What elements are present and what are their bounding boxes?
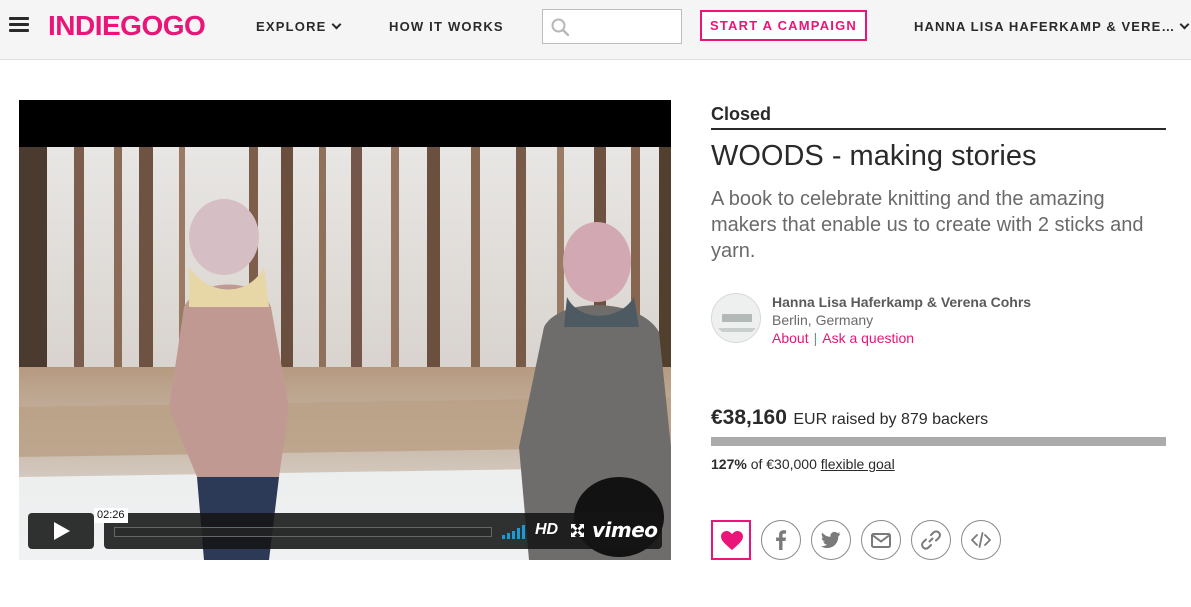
funds-raised: €38,160 EUR raised by 879 backers — [711, 406, 988, 430]
goal-amount: of €30,000 — [750, 456, 817, 472]
vimeo-logo[interactable]: vimeo — [592, 518, 658, 542]
goal-info: 127% of €30,000 flexible goal — [711, 456, 895, 472]
top-nav: INDIEGOGO EXPLORE HOW IT WORKS START A C… — [0, 0, 1191, 60]
raised-amount: €38,160 — [711, 406, 787, 429]
divider — [711, 128, 1166, 130]
raised-summary: EUR raised by 879 backers — [793, 411, 989, 428]
goal-percent: 127% — [711, 456, 747, 472]
funding-progress-bar — [711, 437, 1166, 446]
share-facebook-button[interactable] — [761, 520, 801, 560]
nav-explore-label: EXPLORE — [256, 19, 327, 34]
user-menu-label: HANNA LISA HAFERKAMP & VERE… — [914, 19, 1176, 34]
seek-bar[interactable] — [114, 527, 492, 537]
twitter-icon — [821, 531, 841, 549]
ask-question-link[interactable]: Ask a question — [822, 330, 914, 346]
embed-icon — [971, 532, 991, 548]
video-frame — [19, 147, 671, 560]
facebook-icon — [776, 530, 787, 550]
hd-toggle[interactable]: HD — [535, 521, 558, 539]
chevron-down-icon — [331, 19, 341, 30]
user-menu[interactable]: HANNA LISA HAFERKAMP & VERE… — [914, 19, 1190, 34]
about-link[interactable]: About — [772, 330, 809, 346]
owner-name[interactable]: Hanna Lisa Haferkamp & Verena Cohrs — [772, 294, 1031, 310]
share-twitter-button[interactable] — [811, 520, 851, 560]
link-icon — [921, 530, 941, 550]
follow-button[interactable] — [711, 520, 751, 560]
logo[interactable]: INDIEGOGO — [48, 10, 206, 42]
campaign-tagline: A book to celebrate knitting and the ama… — [711, 188, 1144, 262]
search-input[interactable] — [575, 10, 679, 43]
share-email-button[interactable] — [861, 520, 901, 560]
timecode: 02:26 — [94, 508, 128, 523]
owner-links: About | Ask a question — [772, 330, 914, 346]
nav-how-it-works[interactable]: HOW IT WORKS — [389, 19, 504, 34]
video-player[interactable]: 02:26 HD vimeo — [19, 100, 671, 560]
campaign-status: Closed — [711, 104, 772, 124]
chevron-down-icon — [1180, 19, 1190, 30]
play-button[interactable] — [28, 513, 94, 549]
start-campaign-button[interactable]: START A CAMPAIGN — [700, 10, 867, 41]
campaign-title: WOODS - making stories — [711, 140, 1037, 172]
avatar-image — [712, 294, 760, 342]
search-box[interactable] — [542, 9, 682, 44]
embed-button[interactable] — [961, 520, 1001, 560]
video-controls: 02:26 HD vimeo — [28, 508, 672, 549]
menu-icon[interactable] — [9, 17, 29, 33]
nav-explore[interactable]: EXPLORE — [256, 19, 341, 34]
funding-progress-fill — [711, 437, 1166, 446]
play-icon — [54, 522, 70, 540]
link-separator: | — [813, 330, 818, 346]
avatar[interactable] — [711, 293, 761, 343]
search-icon — [551, 18, 569, 36]
volume-icon[interactable] — [502, 525, 526, 539]
flexible-goal-link[interactable]: flexible goal — [821, 456, 895, 472]
copy-link-button[interactable] — [911, 520, 951, 560]
fullscreen-icon[interactable] — [571, 524, 584, 537]
email-icon — [871, 533, 891, 548]
owner-location: Berlin, Germany — [772, 312, 874, 328]
heart-icon — [721, 531, 743, 550]
forest-scene — [19, 147, 671, 560]
